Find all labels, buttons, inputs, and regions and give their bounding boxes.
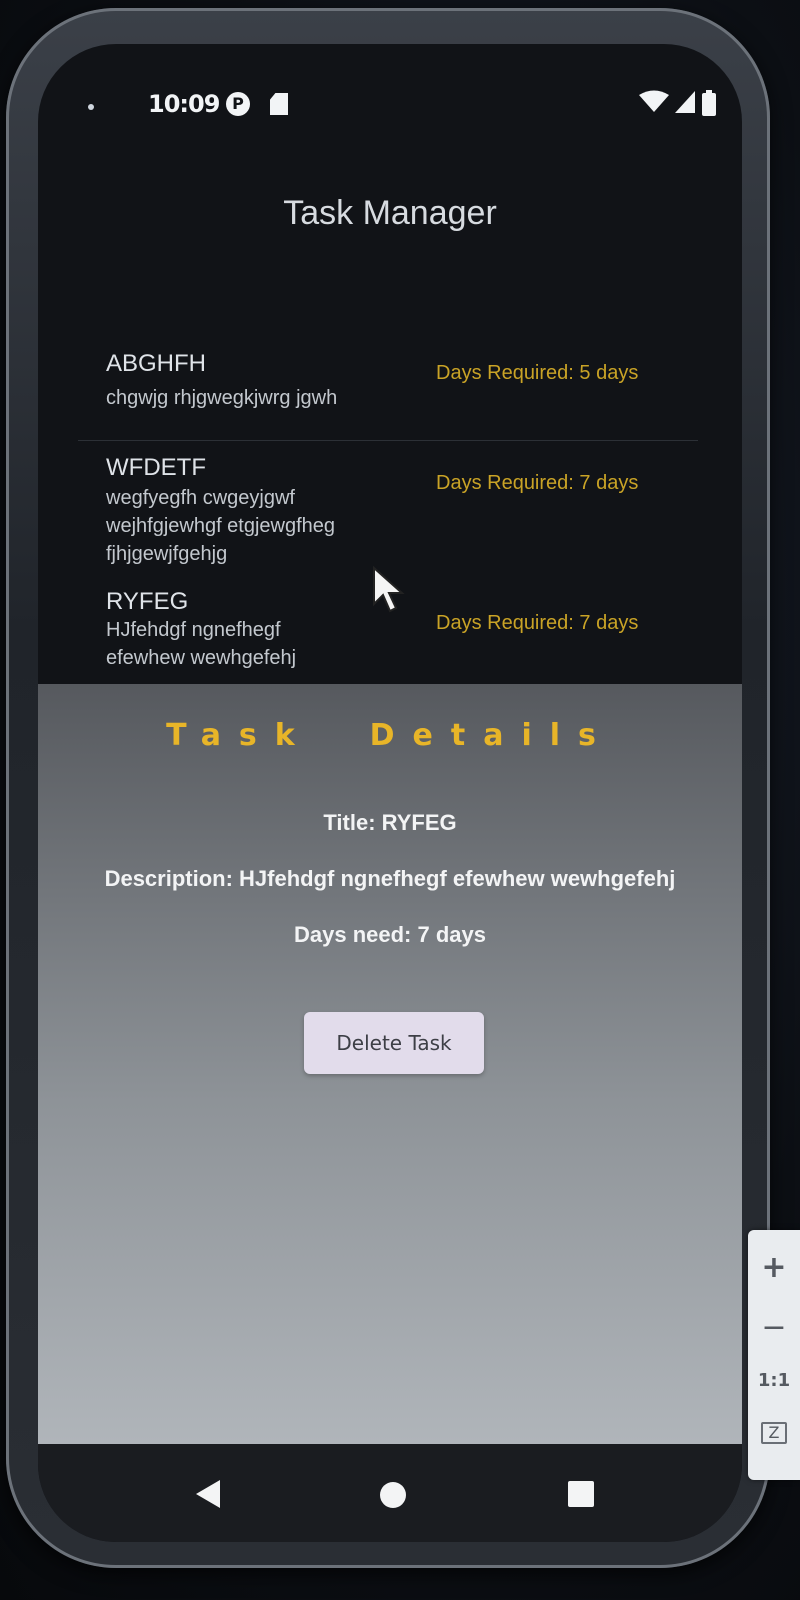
phone-frame: 10:09 P Task Manager ABGHFH chgwjg rhjgw… bbox=[6, 8, 770, 1568]
task-item[interactable]: ABGHFH chgwjg rhjgwegkjwrg jgwh Days Req… bbox=[38, 304, 742, 414]
task-item[interactable]: WFDETF wegfyegfh cwgeyjgwf wejhfgjewhgf … bbox=[38, 442, 742, 572]
navigation-bar bbox=[38, 1444, 742, 1542]
desktop-background: 10:09 P Task Manager ABGHFH chgwjg rhjgw… bbox=[0, 0, 800, 1600]
task-list: ABGHFH chgwjg rhjgwegkjwrg jgwh Days Req… bbox=[38, 304, 742, 720]
task-days: Days Required: 7 days bbox=[436, 612, 639, 634]
detail-days: Days need: 7 days bbox=[294, 922, 486, 947]
status-time: 10:09 bbox=[148, 90, 220, 118]
mouse-cursor-icon bbox=[373, 566, 405, 613]
zoom-ratio-button[interactable]: 1:1 bbox=[748, 1370, 800, 1391]
app-title: Task Manager bbox=[283, 194, 497, 232]
task-details-heading: Task Details bbox=[166, 718, 614, 753]
task-description: HJfehdgf ngnefhegf efewhew wewhgefehj bbox=[106, 619, 297, 669]
task-details-panel: Task Details Title: RYFEG Description: H… bbox=[38, 684, 742, 1444]
zoom-in-button[interactable]: + bbox=[748, 1250, 800, 1285]
task-days: Days Required: 7 days bbox=[436, 472, 639, 494]
fit-screen-icon: Z bbox=[761, 1422, 787, 1444]
zoom-out-button[interactable]: − bbox=[748, 1310, 800, 1345]
row-divider bbox=[78, 440, 698, 441]
detail-description: Description: HJfehdgf ngnefhegf efewhew … bbox=[104, 866, 676, 891]
task-description: chgwjg rhjgwegkjwrg jgwh bbox=[106, 387, 338, 409]
zoom-fit-button[interactable]: Z bbox=[748, 1422, 800, 1444]
back-icon[interactable] bbox=[196, 1480, 220, 1508]
status-bar: 10:09 P bbox=[38, 44, 742, 154]
notification-dot-icon bbox=[88, 104, 94, 110]
emulator-zoom-panel: + − 1:1 Z bbox=[748, 1230, 800, 1480]
signal-icon bbox=[675, 91, 695, 113]
home-icon[interactable] bbox=[380, 1482, 406, 1508]
task-description: wegfyegfh cwgeyjgwf wejhfgjewhgf etgjewg… bbox=[106, 487, 336, 565]
recent-apps-icon[interactable] bbox=[568, 1481, 594, 1507]
task-title: RYFEG bbox=[106, 588, 189, 615]
task-title: ABGHFH bbox=[106, 350, 207, 377]
detail-title: Title: RYFEG bbox=[323, 810, 457, 835]
battery-icon bbox=[702, 90, 716, 116]
phone-screen: 10:09 P Task Manager ABGHFH chgwjg rhjgw… bbox=[38, 44, 742, 1542]
task-days: Days Required: 5 days bbox=[436, 362, 639, 384]
status-icons bbox=[638, 90, 728, 120]
p-badge-icon: P bbox=[226, 92, 250, 116]
task-title: WFDETF bbox=[106, 454, 206, 481]
wifi-icon bbox=[639, 90, 669, 112]
sd-card-icon bbox=[270, 93, 288, 115]
delete-task-button[interactable]: Delete Task bbox=[304, 1012, 484, 1074]
